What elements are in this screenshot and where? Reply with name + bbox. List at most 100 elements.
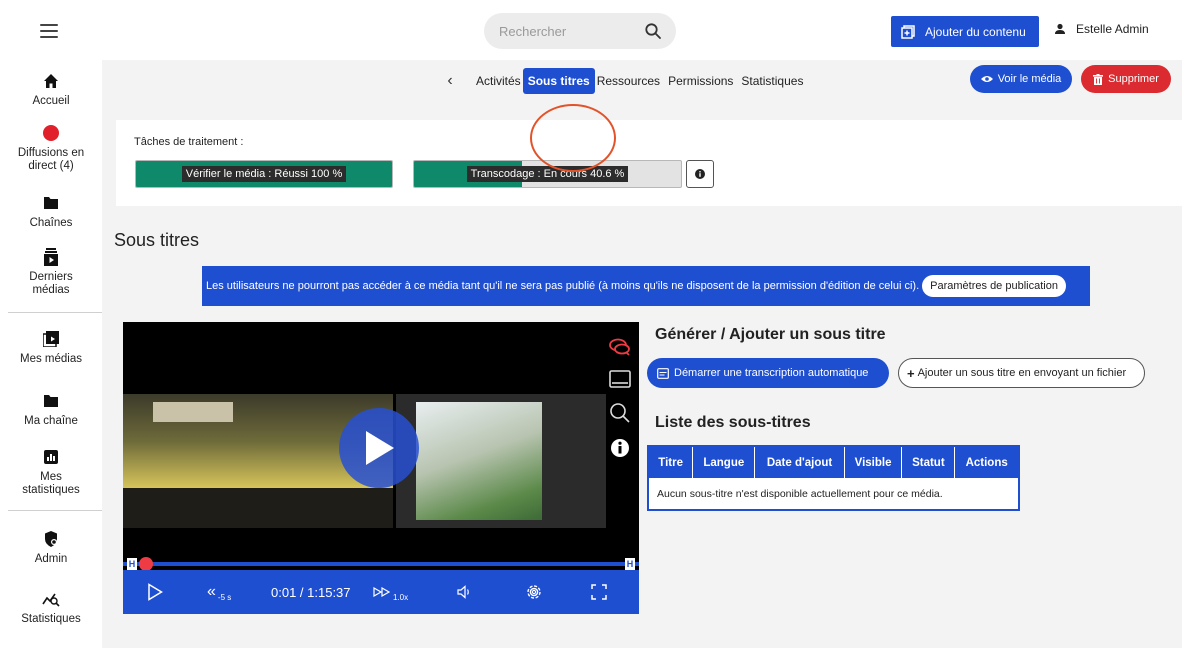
empty-message: Aucun sous-titre n'est disponible actuel… (657, 487, 943, 500)
processing-tasks-card: Tâches de traitement : Vérifier le média… (116, 120, 1182, 206)
folder-icon (44, 395, 58, 407)
admin-icon (45, 531, 57, 547)
sidebar-item-mes-statistiques[interactable]: Mes statistiques (0, 448, 102, 497)
publication-settings-button[interactable]: Paramètres de publication (922, 275, 1066, 297)
sidebar-item-accueil[interactable]: Accueil (0, 72, 102, 108)
column-header-statut[interactable]: Statut (901, 446, 956, 478)
fullscreen-button[interactable] (591, 570, 607, 614)
menu-icon[interactable] (40, 24, 58, 38)
tab-sous-titres[interactable]: Sous titres (522, 68, 595, 94)
sidebar-item-label: Mes médias (20, 353, 82, 365)
tab-statistiques[interactable]: Statistiques (741, 74, 803, 88)
app-root: Ajouter du contenu Estelle Admin Accueil… (0, 0, 1182, 648)
volume-button[interactable] (457, 570, 473, 614)
player-progress-bar[interactable] (123, 562, 639, 566)
plus-icon: + (907, 365, 915, 381)
task-info-button[interactable] (686, 160, 714, 188)
stats-icon (44, 450, 58, 464)
fast-forward-icon (373, 587, 391, 597)
column-header-titre[interactable]: Titre (648, 446, 694, 478)
video-frame-slide (396, 394, 606, 528)
speed-button[interactable]: 1.0x (373, 570, 408, 614)
latest-media-icon (44, 248, 58, 266)
search-icon[interactable] (644, 22, 662, 40)
tab-activites[interactable]: Activités (476, 74, 521, 88)
speed-label: 1.0x (393, 592, 409, 602)
video-player[interactable]: H H « -5 s 0:01 / 1:15:37 1.0x (123, 322, 639, 614)
home-icon (44, 74, 58, 88)
sidebar-item-derniers-medias[interactable]: Derniers médias (0, 248, 102, 297)
task-progress-verify: Vérifier le média : Réussi 100 % (135, 160, 393, 188)
subtitles-list-title: Liste des sous-titres (655, 414, 811, 431)
sidebar-item-admin[interactable]: Admin (0, 530, 102, 566)
add-content-label: Ajouter du contenu (925, 24, 1026, 39)
view-media-label: Voir le média (997, 73, 1062, 85)
sidebar-item-chaines[interactable]: Chaînes (0, 194, 102, 230)
column-header-langue[interactable]: Langue (692, 446, 756, 478)
column-header-date[interactable]: Date d'ajout (754, 446, 845, 478)
tab-permissions[interactable]: Permissions (668, 74, 733, 88)
info-icon[interactable] (610, 438, 630, 458)
sidebar: Accueil Diffusions en direct (4) Chaînes… (0, 60, 102, 648)
delete-label: Supprimer (1108, 73, 1159, 85)
upload-subtitle-button[interactable]: + Ajouter un sous titre en envoyant un f… (898, 358, 1145, 388)
back-chevron-icon[interactable]: ‹ (442, 72, 458, 90)
play-icon (366, 431, 394, 465)
search-icon[interactable] (609, 402, 631, 424)
table-header-row: Titre Langue Date d'ajout Visible Statut… (648, 446, 1019, 478)
task-progress-label: Transcodage : En cours 40.6 % (466, 166, 629, 182)
sidebar-item-label: Chaînes (29, 217, 73, 229)
view-media-button[interactable]: Voir le média (970, 65, 1072, 93)
top-bar: Ajouter du contenu Estelle Admin (0, 0, 1182, 60)
column-header-actions: Actions (954, 446, 1019, 478)
sidebar-divider (8, 312, 102, 313)
eye-icon (980, 76, 993, 82)
subtitles-icon[interactable] (609, 370, 631, 388)
search-input[interactable] (499, 23, 639, 39)
rewind-icon: « (207, 583, 216, 600)
live-dot-icon (43, 125, 59, 141)
sidebar-item-statistiques[interactable]: Statistiques (0, 590, 102, 626)
rewind-button[interactable]: « -5 s (207, 570, 231, 614)
sidebar-item-label: Diffusions en direct (4) (17, 147, 85, 172)
add-content-button[interactable]: Ajouter du contenu (891, 16, 1039, 47)
settings-button[interactable] (525, 570, 543, 614)
trash-icon (1093, 73, 1104, 85)
media-tabs: ‹ Activités Sous titres Ressources Permi… (442, 66, 803, 96)
subtitles-table: Titre Langue Date d'ajout Visible Statut… (647, 445, 1020, 511)
user-name: Estelle Admin (1076, 22, 1149, 36)
player-progress-handle[interactable] (139, 557, 153, 571)
sidebar-item-label: Accueil (32, 95, 70, 107)
sidebar-item-live[interactable]: Diffusions en direct (4) (0, 124, 102, 173)
table-row: Aucun sous-titre n'est disponible actuel… (648, 478, 1019, 510)
fullscreen-icon (591, 584, 607, 600)
info-icon (695, 169, 705, 179)
play-icon (148, 583, 163, 601)
sidebar-item-ma-chaine[interactable]: Ma chaîne (0, 392, 102, 428)
add-content-icon (901, 24, 915, 39)
statistics-icon (42, 593, 60, 607)
chat-icon[interactable] (609, 338, 631, 356)
player-time: 0:01 / 1:15:37 (271, 584, 351, 600)
play-button[interactable] (147, 570, 163, 614)
publication-warning-banner: Les utilisateurs ne pourront pas accéder… (202, 266, 1090, 306)
tab-ressources[interactable]: Ressources (597, 74, 660, 88)
sidebar-item-mes-medias[interactable]: Mes médias (0, 330, 102, 366)
sidebar-item-label: Mes statistiques (22, 471, 80, 496)
generate-subtitle-title: Générer / Ajouter un sous titre (655, 326, 886, 343)
auto-transcription-button[interactable]: Démarrer une transcription automatique (647, 358, 889, 388)
banner-text: Les utilisateurs ne pourront pas accéder… (206, 280, 920, 292)
big-play-button[interactable] (339, 408, 419, 488)
user-menu[interactable]: Estelle Admin (1054, 22, 1149, 36)
end-marker[interactable]: H (625, 558, 635, 570)
sidebar-item-label: Derniers médias (29, 271, 73, 296)
delete-button[interactable]: Supprimer (1081, 65, 1171, 93)
start-marker[interactable]: H (127, 558, 137, 570)
rewind-label: -5 s (217, 592, 232, 602)
search-box[interactable] (484, 13, 676, 49)
sidebar-item-label: Ma chaîne (24, 415, 78, 427)
sidebar-item-label: Statistiques (21, 613, 81, 625)
column-header-visible[interactable]: Visible (844, 446, 903, 478)
task-progress-label: Vérifier le média : Réussi 100 % (181, 166, 347, 182)
upload-subtitle-label: Ajouter un sous titre en envoyant un fic… (917, 367, 1127, 379)
